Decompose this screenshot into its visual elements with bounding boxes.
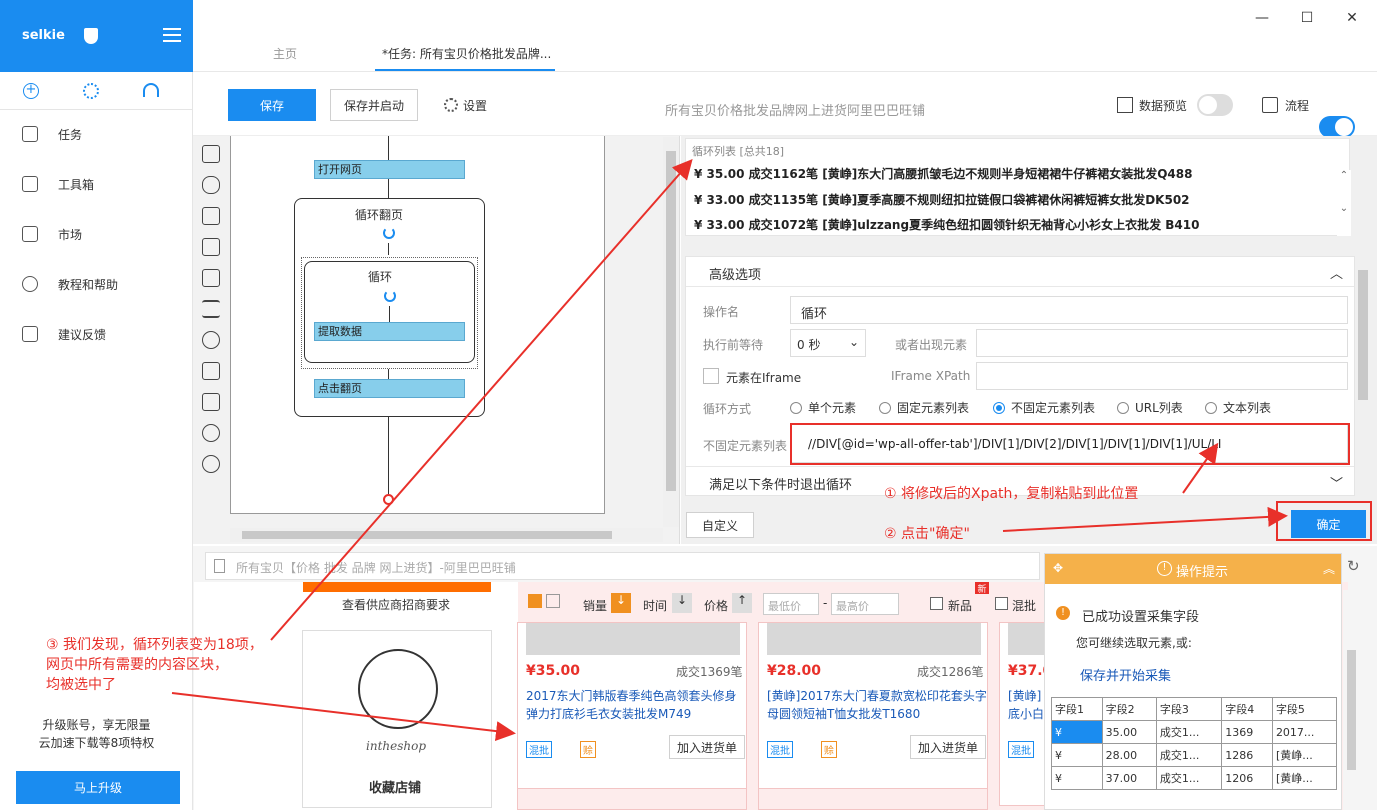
annotation-3: ③ 我们发现，循环列表变为18项， 网页中所有需要的内容区块， 均被选中了: [46, 635, 263, 695]
annotation-line: 均被选中了: [46, 677, 116, 693]
annotation-1: ① 将修改后的Xpath，复制粘贴到此位置: [884, 486, 1139, 502]
arrow-to-xpath: [1182, 442, 1219, 494]
arrow-to-loop-list: [270, 158, 693, 641]
annotation-2: ② 点击"确定": [884, 526, 970, 542]
annotation-line: 网页中所有需要的内容区块，: [46, 657, 228, 673]
annotation-line: ③ 我们发现，循环列表变为18项，: [46, 637, 263, 653]
arrow-to-confirm: [1002, 506, 1288, 532]
arrow-to-products: [171, 692, 516, 742]
